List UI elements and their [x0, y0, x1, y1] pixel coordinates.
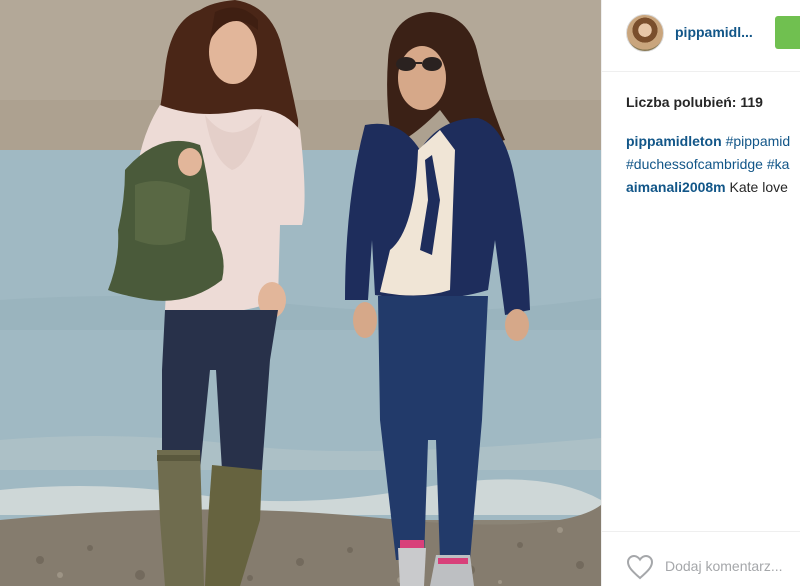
comment-input[interactable]	[665, 556, 800, 576]
comment-text: Kate love	[729, 179, 788, 195]
photo-illustration	[0, 0, 601, 586]
hashtag-link[interactable]: #pippamid	[726, 133, 791, 149]
caption-author-link[interactable]: pippamidleton	[626, 133, 722, 149]
caption: pippamidleton #pippamid	[626, 130, 800, 153]
profile-avatar[interactable]	[626, 14, 664, 52]
caption-continued: #duchessofcambridge #ka	[626, 153, 800, 176]
post-photo[interactable]	[0, 0, 601, 586]
hashtag-link[interactable]: #duchessofcambridge	[626, 156, 763, 172]
username-link[interactable]: pippamidl...	[675, 24, 753, 40]
post-actions	[602, 531, 800, 586]
comments-list: pippamidleton #pippamid #duchessofcambri…	[626, 130, 800, 199]
comment-item: aimanali2008m Kate love	[626, 176, 800, 199]
likes-count: Liczba polubień: 119	[626, 94, 763, 110]
follow-button[interactable]: O	[775, 16, 800, 49]
hashtag-link[interactable]: #ka	[767, 156, 790, 172]
comment-author-link[interactable]: aimanali2008m	[626, 179, 726, 195]
heart-icon[interactable]	[626, 554, 654, 580]
post-header: pippamidl... O	[602, 0, 800, 72]
post-sidebar: pippamidl... O Liczba polubień: 119 pipp…	[601, 0, 800, 586]
